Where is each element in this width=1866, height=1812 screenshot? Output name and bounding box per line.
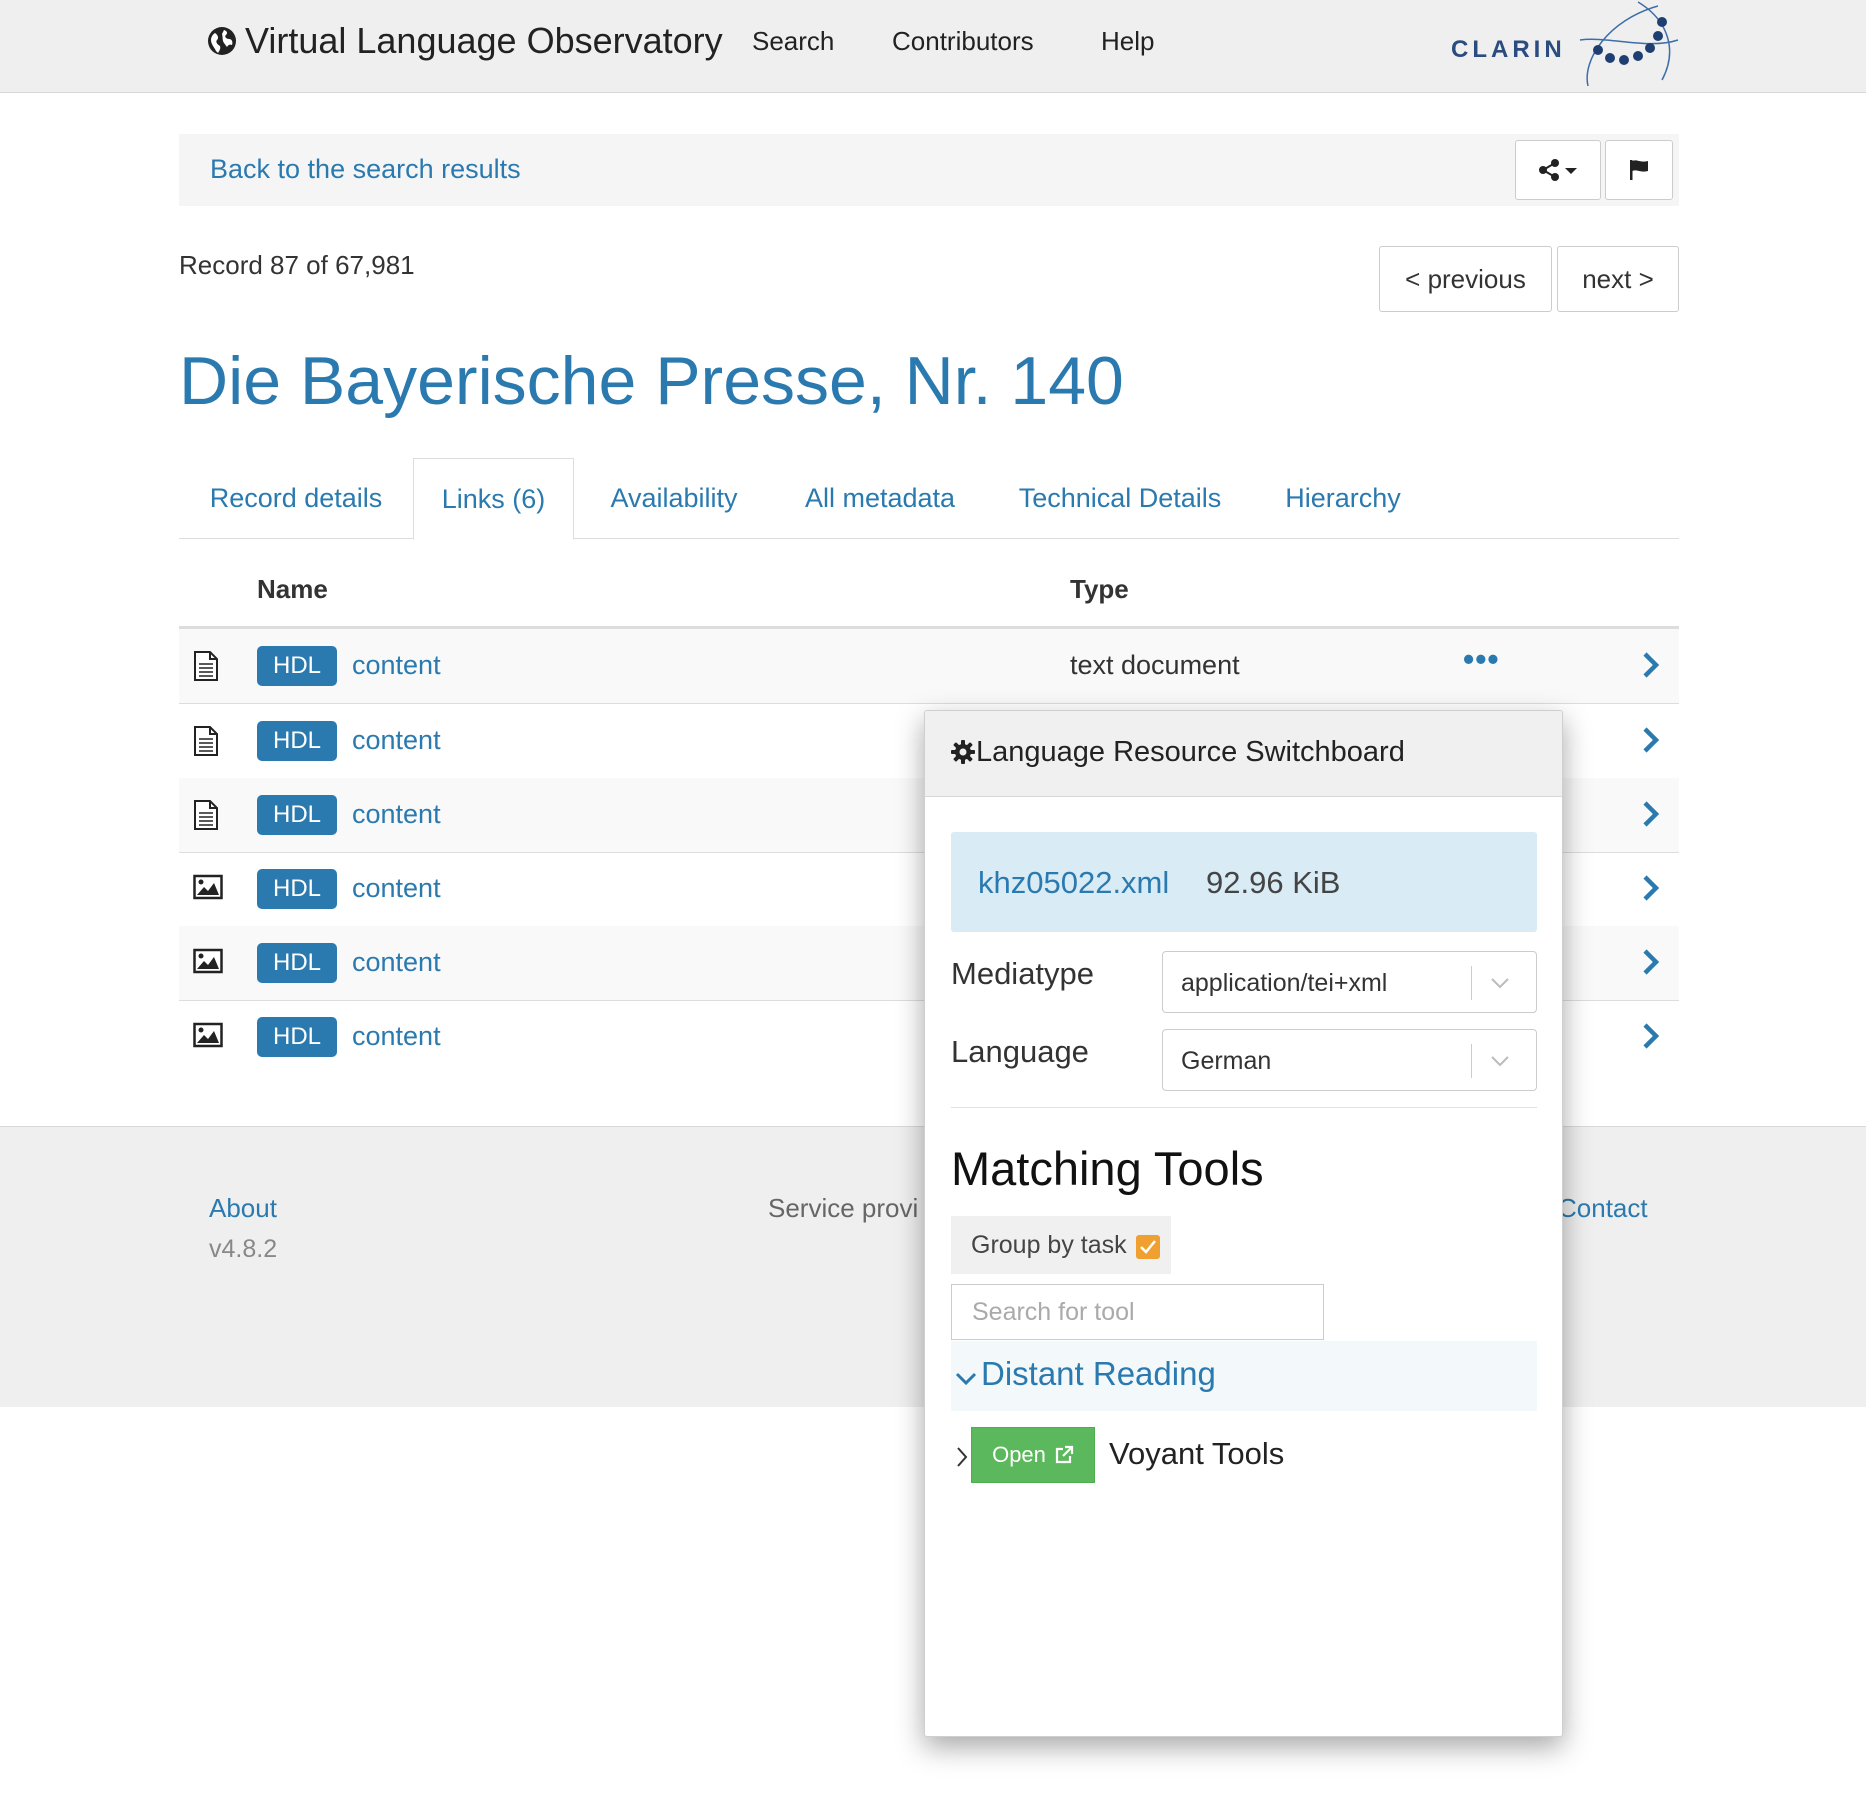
hdl-badge[interactable]: HDL bbox=[257, 795, 337, 835]
language-value: German bbox=[1181, 1047, 1272, 1075]
chevron-right-icon[interactable] bbox=[1641, 726, 1661, 754]
page-title: Die Bayerische Presse, Nr. 140 bbox=[179, 343, 1124, 419]
group-by-task-label: Group by task bbox=[971, 1231, 1127, 1259]
image-icon bbox=[193, 948, 223, 974]
record-counter: Record 87 of 67,981 bbox=[179, 250, 415, 280]
select-separator bbox=[1471, 1044, 1472, 1078]
hdl-badge[interactable]: HDL bbox=[257, 721, 337, 761]
document-icon bbox=[194, 726, 218, 756]
content-link[interactable]: content bbox=[352, 725, 441, 756]
hdl-badge[interactable]: HDL bbox=[257, 1017, 337, 1057]
chevron-right-icon[interactable] bbox=[1641, 1022, 1661, 1050]
content-link[interactable]: content bbox=[352, 799, 441, 830]
top-navbar: Virtual Language Observatory Search Cont… bbox=[0, 0, 1866, 93]
tab-all-metadata[interactable]: All metadata bbox=[790, 458, 970, 538]
tool-name: Voyant Tools bbox=[1109, 1436, 1285, 1471]
file-name-link[interactable]: khz05022.xml bbox=[978, 865, 1169, 901]
clarin-wordmark: CLARIN bbox=[1451, 36, 1566, 63]
file-size: 92.96 KiB bbox=[1206, 865, 1341, 900]
column-header-type: Type bbox=[1070, 574, 1129, 604]
gear-icon bbox=[951, 740, 975, 764]
chevron-right-icon[interactable] bbox=[1641, 948, 1661, 976]
report-button[interactable] bbox=[1605, 140, 1673, 200]
chevron-down-icon bbox=[1491, 1056, 1509, 1067]
content-link[interactable]: content bbox=[352, 947, 441, 978]
mediatype-select[interactable]: application/tei+xml bbox=[1162, 951, 1537, 1013]
group-by-task-toggle[interactable]: Group by task bbox=[951, 1216, 1171, 1274]
chevron-right-icon[interactable] bbox=[1641, 800, 1661, 828]
switchboard-popup: Language Resource Switchboard khz05022.x… bbox=[924, 710, 1563, 1737]
category-distant-reading[interactable]: Distant Reading bbox=[951, 1341, 1537, 1411]
column-header-name: Name bbox=[257, 574, 328, 604]
hdl-badge[interactable]: HDL bbox=[257, 646, 337, 686]
content-link[interactable]: content bbox=[352, 650, 441, 681]
share-icon bbox=[1539, 159, 1577, 181]
brand-link[interactable]: Virtual Language Observatory bbox=[207, 20, 723, 62]
chevron-right-icon[interactable] bbox=[955, 1446, 969, 1468]
image-icon bbox=[193, 1022, 223, 1048]
section-divider bbox=[951, 1107, 1537, 1108]
nav-search[interactable]: Search bbox=[752, 26, 834, 57]
breadcrumb-bar: Back to the search results bbox=[179, 134, 1679, 206]
switchboard-header: Language Resource Switchboard bbox=[925, 711, 1562, 797]
clarin-logo-icon[interactable] bbox=[1578, 0, 1682, 88]
table-row: HDL content text document ••• bbox=[179, 629, 1679, 704]
chevron-right-icon[interactable] bbox=[1641, 874, 1661, 902]
hdl-badge[interactable]: HDL bbox=[257, 943, 337, 983]
chevron-down-icon bbox=[955, 1372, 977, 1386]
footer-contact-link[interactable]: Contact bbox=[1558, 1193, 1648, 1224]
external-link-icon bbox=[1055, 1445, 1074, 1464]
category-label: Distant Reading bbox=[981, 1355, 1216, 1392]
more-options-icon[interactable]: ••• bbox=[1463, 641, 1500, 678]
previous-button[interactable]: < previous bbox=[1379, 246, 1552, 312]
document-icon bbox=[194, 651, 218, 681]
mediatype-label: Mediatype bbox=[951, 956, 1095, 991]
tab-technical-details[interactable]: Technical Details bbox=[1006, 458, 1234, 538]
image-icon bbox=[193, 874, 223, 900]
matching-tools-heading: Matching Tools bbox=[951, 1142, 1264, 1195]
switchboard-title: Language Resource Switchboard bbox=[976, 736, 1405, 768]
open-tool-button[interactable]: Open bbox=[971, 1427, 1095, 1483]
footer-version: v4.8.2 bbox=[209, 1235, 278, 1263]
globe-icon bbox=[208, 27, 236, 55]
mediatype-value: application/tei+xml bbox=[1181, 969, 1388, 997]
language-label: Language bbox=[951, 1034, 1089, 1069]
share-button[interactable] bbox=[1515, 140, 1601, 200]
footer-service-provider: Service provi bbox=[768, 1193, 919, 1223]
tabs-divider bbox=[179, 538, 1679, 539]
content-link[interactable]: content bbox=[352, 1021, 441, 1052]
select-separator bbox=[1471, 966, 1472, 1000]
tab-hierarchy[interactable]: Hierarchy bbox=[1270, 458, 1416, 538]
nav-contributors[interactable]: Contributors bbox=[892, 26, 1034, 57]
content-link[interactable]: content bbox=[352, 873, 441, 904]
tab-links[interactable]: Links (6) bbox=[413, 458, 574, 540]
chevron-right-icon[interactable] bbox=[1641, 651, 1661, 679]
resource-type: text document bbox=[1070, 650, 1240, 680]
nav-help[interactable]: Help bbox=[1101, 26, 1154, 57]
file-info-box: khz05022.xml 92.96 KiB bbox=[951, 832, 1537, 932]
back-to-results-link[interactable]: Back to the search results bbox=[210, 154, 521, 185]
document-icon bbox=[194, 800, 218, 830]
tab-record-details[interactable]: Record details bbox=[179, 458, 413, 538]
chevron-down-icon bbox=[1491, 978, 1509, 989]
group-by-task-checkbox[interactable] bbox=[1136, 1235, 1160, 1259]
tool-search-input[interactable] bbox=[951, 1284, 1324, 1340]
flag-icon bbox=[1630, 160, 1648, 180]
footer-about-link[interactable]: About bbox=[209, 1193, 277, 1224]
open-button-label: Open bbox=[992, 1442, 1046, 1467]
tab-availability[interactable]: Availability bbox=[588, 458, 760, 538]
language-select[interactable]: German bbox=[1162, 1029, 1537, 1091]
next-button[interactable]: next > bbox=[1557, 246, 1679, 312]
brand-title: Virtual Language Observatory bbox=[245, 20, 723, 61]
checkmark-icon bbox=[1140, 1240, 1156, 1254]
hdl-badge[interactable]: HDL bbox=[257, 869, 337, 909]
